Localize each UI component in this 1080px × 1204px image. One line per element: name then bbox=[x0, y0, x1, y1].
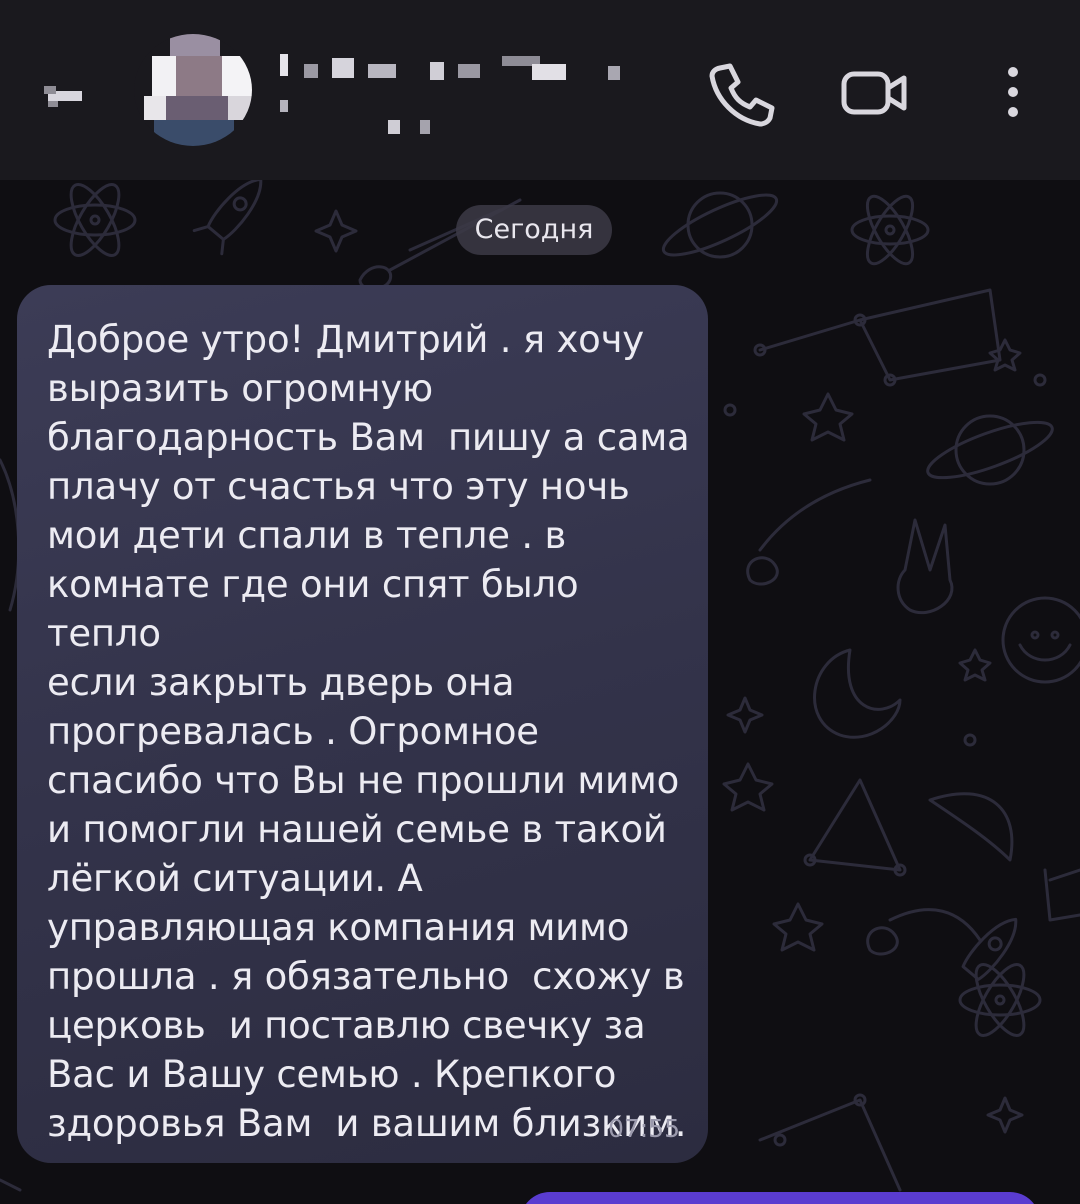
call-button[interactable] bbox=[706, 58, 778, 130]
hand-doodle bbox=[896, 518, 954, 615]
planet-doodle-2 bbox=[926, 414, 1054, 486]
video-camera-icon bbox=[841, 71, 907, 115]
contact-name[interactable] bbox=[270, 46, 650, 142]
planet-doodle-1 bbox=[661, 191, 779, 259]
rocket-doodle bbox=[192, 180, 263, 256]
contact-name-blurred bbox=[280, 54, 620, 134]
video-call-button[interactable] bbox=[838, 58, 910, 130]
edge-doodle-3 bbox=[0, 1178, 22, 1192]
more-vert-icon bbox=[1008, 67, 1018, 117]
rocket-doodle-2 bbox=[961, 917, 1018, 981]
comet-doodle-4 bbox=[866, 908, 982, 956]
atom-doodle-2 bbox=[850, 194, 930, 266]
date-separator: Сегодня bbox=[456, 205, 612, 255]
message-time: 07:55 bbox=[607, 1114, 680, 1143]
chat-screen: Сегодня Доброе утро! Дмитрий . я хочу вы… bbox=[0, 0, 1080, 1204]
message-bubble-outgoing-partial[interactable] bbox=[520, 1192, 1040, 1204]
phone-icon bbox=[709, 63, 775, 127]
atom-doodle-1 bbox=[53, 183, 137, 257]
comet-doodle-2 bbox=[746, 478, 872, 586]
message-bubble-incoming[interactable]: Доброе утро! Дмитрий . я хочу выразить о… bbox=[17, 285, 708, 1163]
contact-avatar-blurred bbox=[134, 34, 252, 146]
constellation-doodle-2 bbox=[803, 778, 907, 877]
edge-doodle-2 bbox=[1043, 868, 1080, 922]
more-options-button[interactable] bbox=[978, 58, 1048, 130]
constellation-doodle-1 bbox=[753, 288, 1002, 387]
astronaut-doodle bbox=[1001, 596, 1080, 684]
comet-doodle-3 bbox=[928, 792, 1014, 862]
edge-doodle-1 bbox=[0, 458, 21, 612]
back-button[interactable] bbox=[36, 66, 96, 126]
moon-doodle bbox=[813, 648, 902, 739]
atom-doodle-3 bbox=[958, 963, 1042, 1037]
chat-header bbox=[0, 0, 1080, 180]
back-arrow-icon bbox=[44, 86, 82, 107]
constellation-doodle-3 bbox=[758, 1093, 902, 1192]
message-text: Доброе утро! Дмитрий . я хочу выразить о… bbox=[47, 318, 690, 1145]
contact-avatar[interactable] bbox=[134, 34, 252, 146]
